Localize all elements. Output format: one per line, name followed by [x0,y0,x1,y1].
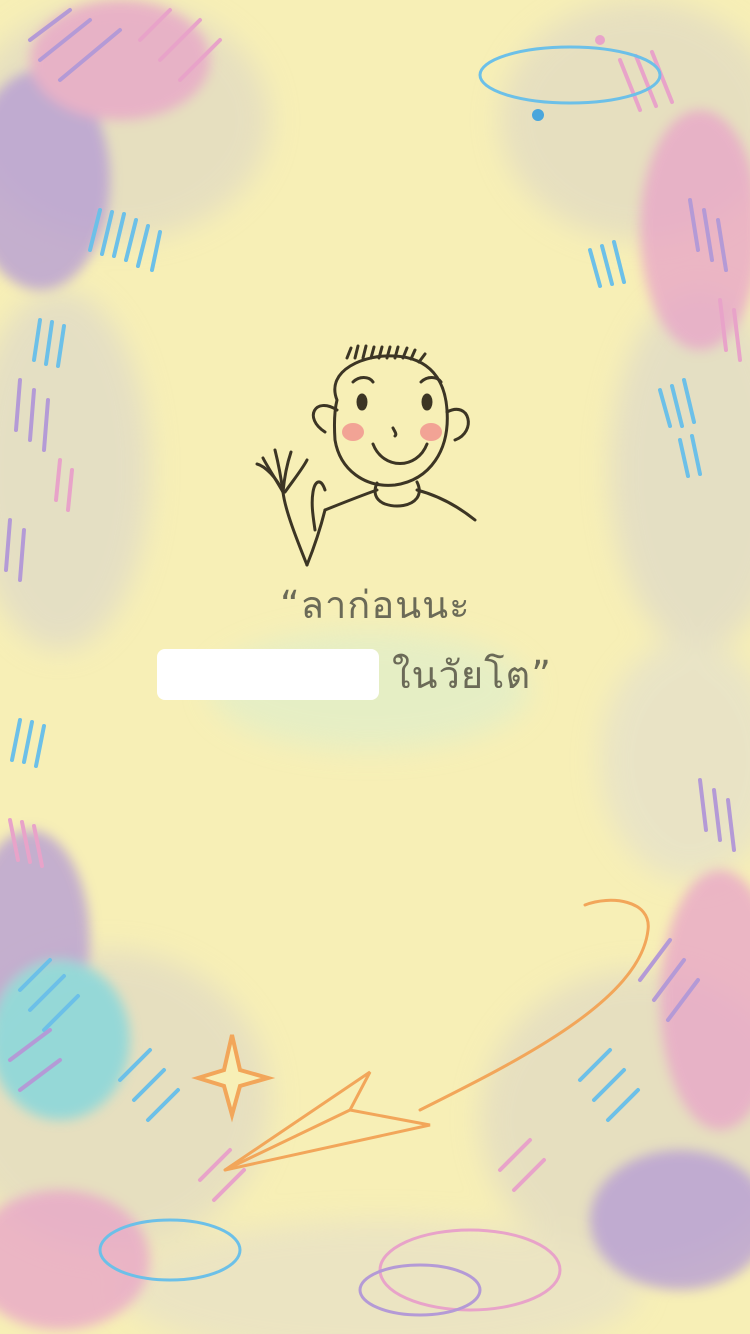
waving-boy-illustration [255,344,477,567]
farewell-message-line1: “ลาก่อนนะ [280,583,471,627]
farewell-screen: “ลาก่อนนะ ในวัยโต” [0,0,750,1334]
farewell-message-line2: ในวัยโต” [392,653,552,697]
name-input[interactable] [157,649,379,700]
